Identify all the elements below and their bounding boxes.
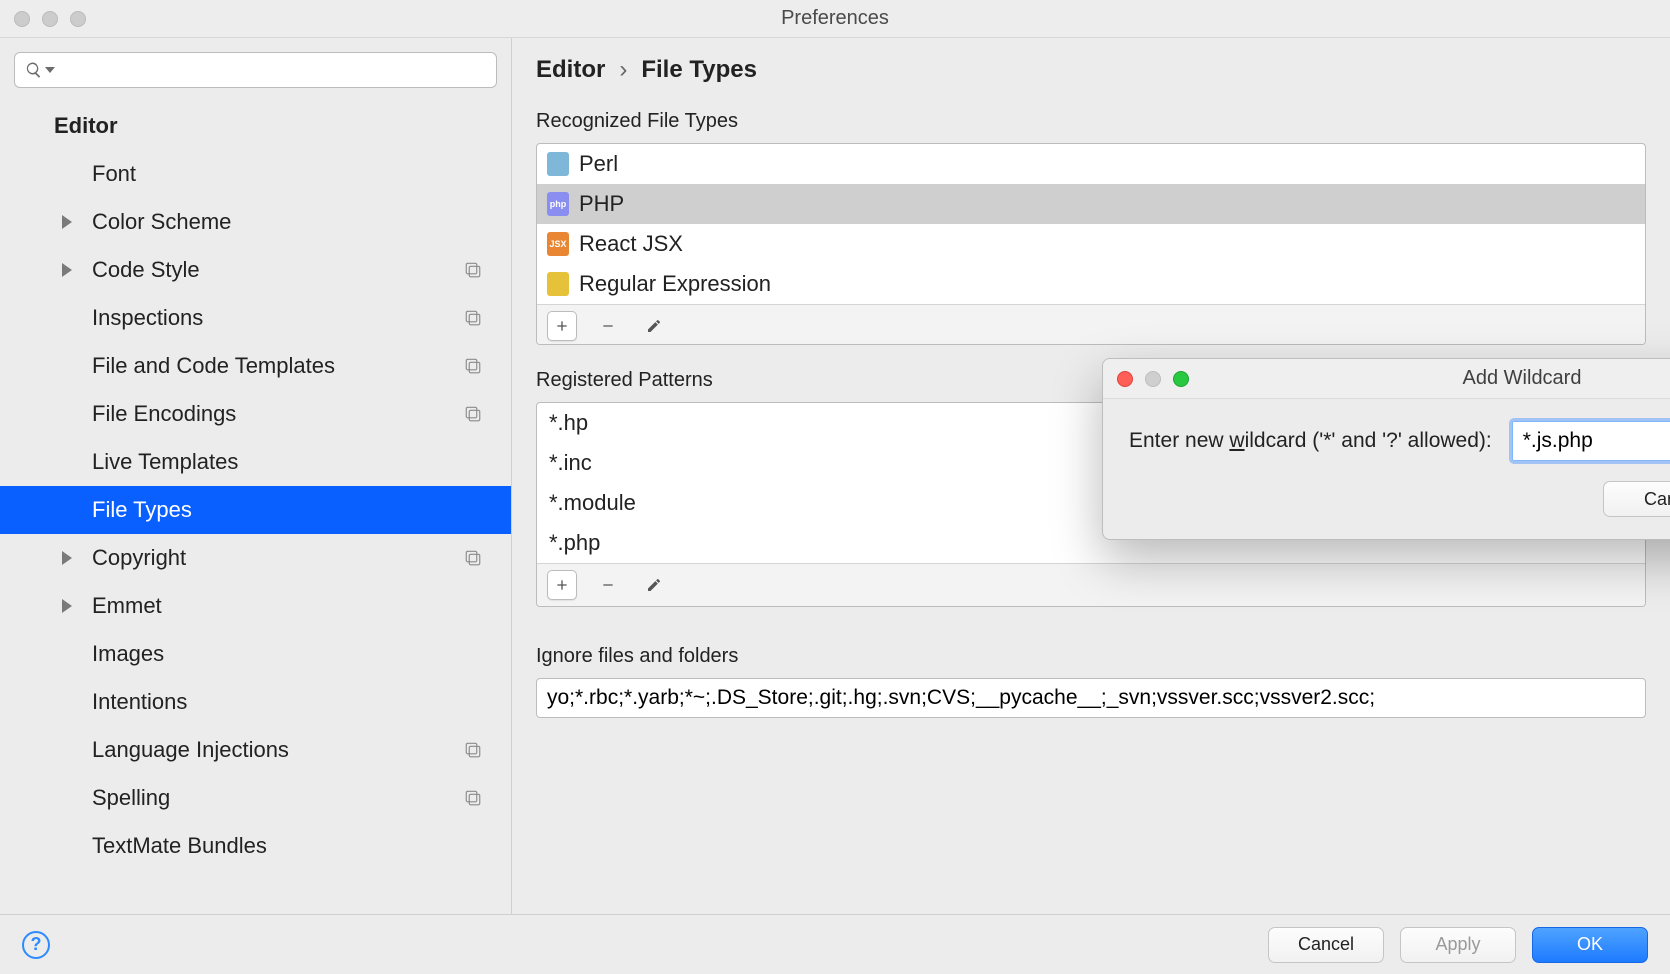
window-minimize-icon[interactable]	[42, 11, 58, 27]
breadcrumb: Editor › File Types	[536, 56, 1646, 84]
file-type-label: Regular Expression	[579, 271, 771, 297]
breadcrumb-root[interactable]: Editor	[536, 56, 605, 84]
recognized-file-types-list[interactable]: Perl php PHP JSX React JSX Regular Expre…	[536, 143, 1646, 345]
wildcard-prompt-label: Enter new wildcard ('*' and '?' allowed)…	[1129, 429, 1492, 453]
tree-item-font[interactable]: Font	[0, 150, 511, 198]
tree-item-label: Font	[92, 161, 136, 187]
tree-item-label: File Types	[92, 497, 192, 523]
disclosure-triangle-icon[interactable]	[62, 599, 72, 613]
scheme-scope-icon	[463, 548, 483, 568]
tree-item-label: Live Templates	[92, 449, 238, 475]
search-dropdown-caret-icon[interactable]	[45, 67, 55, 73]
tree-item-live-templates[interactable]: Live Templates	[0, 438, 511, 486]
file-type-icon: JSX	[547, 232, 569, 256]
file-type-row[interactable]: Regular Expression	[537, 264, 1645, 304]
file-type-row[interactable]: Perl	[537, 144, 1645, 184]
apply-button[interactable]: Apply	[1400, 927, 1516, 963]
scheme-scope-icon	[463, 308, 483, 328]
recognized-file-types-label: Recognized File Types	[536, 110, 1646, 133]
wildcard-input[interactable]	[1512, 421, 1670, 461]
remove-file-type-button[interactable]	[593, 311, 623, 341]
tree-item-emmet[interactable]: Emmet	[0, 582, 511, 630]
tree-item-label: Copyright	[92, 545, 186, 571]
dialog-traffic-lights	[1117, 371, 1189, 387]
ok-button[interactable]: OK	[1532, 927, 1648, 963]
tree-item-file-types[interactable]: File Types	[0, 486, 511, 534]
tree-item-label: Emmet	[92, 593, 162, 619]
remove-pattern-button[interactable]	[593, 570, 623, 600]
edit-file-type-button[interactable]	[639, 311, 669, 341]
scheme-scope-icon	[463, 356, 483, 376]
file-type-label: Perl	[579, 151, 618, 177]
chevron-right-icon: ›	[619, 56, 627, 84]
sidebar-search-input[interactable]	[61, 61, 486, 79]
recognized-toolbar	[537, 304, 1645, 345]
window-title: Preferences	[781, 7, 889, 30]
dialog-titlebar: Add Wildcard	[1103, 359, 1670, 399]
disclosure-triangle-icon[interactable]	[62, 263, 72, 277]
help-button[interactable]: ?	[22, 931, 50, 959]
dialog-title: Add Wildcard	[1463, 367, 1582, 390]
scheme-scope-icon	[463, 740, 483, 760]
preferences-tree[interactable]: Editor Font Color Scheme Code Style Insp…	[0, 98, 511, 914]
tree-item-copyright[interactable]: Copyright	[0, 534, 511, 582]
tree-item-label: Images	[92, 641, 164, 667]
file-type-icon	[547, 272, 569, 296]
tree-item-label: Spelling	[92, 785, 170, 811]
file-type-label: PHP	[579, 191, 624, 217]
add-wildcard-dialog: Add Wildcard Enter new wildcard ('*' and…	[1102, 358, 1670, 540]
preferences-content: Editor › File Types Recognized File Type…	[512, 38, 1670, 914]
dialog-cancel-button[interactable]: Cancel	[1603, 481, 1670, 517]
tree-item-label: Language Injections	[92, 737, 289, 763]
tree-item-file-code-templates[interactable]: File and Code Templates	[0, 342, 511, 390]
tree-item-label: TextMate Bundles	[92, 833, 267, 859]
edit-pattern-button[interactable]	[639, 570, 669, 600]
tree-item-file-encodings[interactable]: File Encodings	[0, 390, 511, 438]
add-file-type-button[interactable]	[547, 311, 577, 341]
tree-item-label: File and Code Templates	[92, 353, 335, 379]
patterns-toolbar	[537, 563, 1645, 606]
scheme-scope-icon	[463, 260, 483, 280]
window-close-icon[interactable]	[14, 11, 30, 27]
window-traffic-lights	[14, 11, 86, 27]
file-type-label: React JSX	[579, 231, 683, 257]
file-type-icon: php	[547, 192, 569, 216]
tree-item-code-style[interactable]: Code Style	[0, 246, 511, 294]
dialog-zoom-icon[interactable]	[1173, 371, 1189, 387]
window-titlebar: Preferences	[0, 0, 1670, 38]
sidebar-search[interactable]	[14, 52, 497, 88]
file-type-row[interactable]: php PHP	[537, 184, 1645, 224]
ignore-files-label: Ignore files and folders	[536, 645, 1646, 668]
dialog-minimize-icon	[1145, 371, 1161, 387]
disclosure-triangle-icon[interactable]	[62, 551, 72, 565]
preferences-sidebar: Editor Font Color Scheme Code Style Insp…	[0, 38, 512, 914]
tree-item-color-scheme[interactable]: Color Scheme	[0, 198, 511, 246]
cancel-button[interactable]: Cancel	[1268, 927, 1384, 963]
ignore-files-input[interactable]	[536, 678, 1646, 718]
tree-item-label: Intentions	[92, 689, 187, 715]
tree-section-editor[interactable]: Editor	[0, 102, 511, 150]
tree-item-language-injections[interactable]: Language Injections	[0, 726, 511, 774]
tree-item-inspections[interactable]: Inspections	[0, 294, 511, 342]
scheme-scope-icon	[463, 404, 483, 424]
tree-item-spelling[interactable]: Spelling	[0, 774, 511, 822]
tree-item-label: File Encodings	[92, 401, 236, 427]
breadcrumb-leaf: File Types	[641, 56, 757, 84]
search-icon	[25, 61, 43, 79]
file-type-icon	[547, 152, 569, 176]
tree-item-label: Code Style	[92, 257, 200, 283]
add-pattern-button[interactable]	[547, 570, 577, 600]
tree-item-images[interactable]: Images	[0, 630, 511, 678]
dialog-close-icon[interactable]	[1117, 371, 1133, 387]
preferences-bottombar: ? Cancel Apply OK	[0, 914, 1670, 974]
tree-item-intentions[interactable]: Intentions	[0, 678, 511, 726]
scheme-scope-icon	[463, 788, 483, 808]
tree-item-label: Color Scheme	[92, 209, 231, 235]
file-type-row[interactable]: JSX React JSX	[537, 224, 1645, 264]
tree-item-label: Inspections	[92, 305, 203, 331]
disclosure-triangle-icon[interactable]	[62, 215, 72, 229]
window-zoom-icon[interactable]	[70, 11, 86, 27]
tree-item-textmate-bundles[interactable]: TextMate Bundles	[0, 822, 511, 870]
